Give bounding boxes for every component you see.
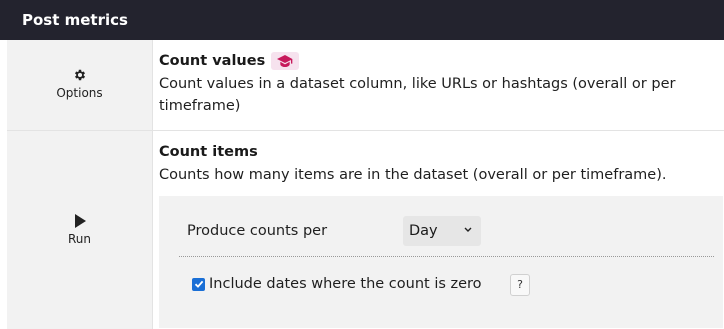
options-label: Options [56,86,103,100]
gear-icon [74,69,85,81]
options-button[interactable]: Options [7,40,153,130]
play-icon [74,214,86,228]
panel-title: Post metrics [22,11,128,29]
graduation-cap-icon [271,52,300,70]
processor-row-count-values: Options Count values Count values in a d… [7,40,724,130]
chevron-down-icon [464,227,472,232]
frequency-label: Produce counts per [187,223,328,239]
help-button[interactable]: ? [510,274,530,296]
frequency-select[interactable]: Day [403,216,481,246]
run-label: Run [67,232,91,246]
processor-title: Count items [159,144,258,160]
panel-header: Post metrics [0,0,724,40]
processor-description: Count values in a dataset column, like U… [159,76,676,114]
include-empty-label[interactable]: Include dates where the count is zero [209,276,482,292]
include-empty-checkbox[interactable] [192,277,205,291]
processor-title: Count values [159,53,266,69]
frequency-select-value: Day [409,223,438,239]
processor-description: Counts how many items are in the dataset… [159,167,667,183]
run-button[interactable]: Run [7,131,153,329]
include-empty-option: Include dates where the count is zero [192,276,482,292]
options-divider [179,256,714,257]
